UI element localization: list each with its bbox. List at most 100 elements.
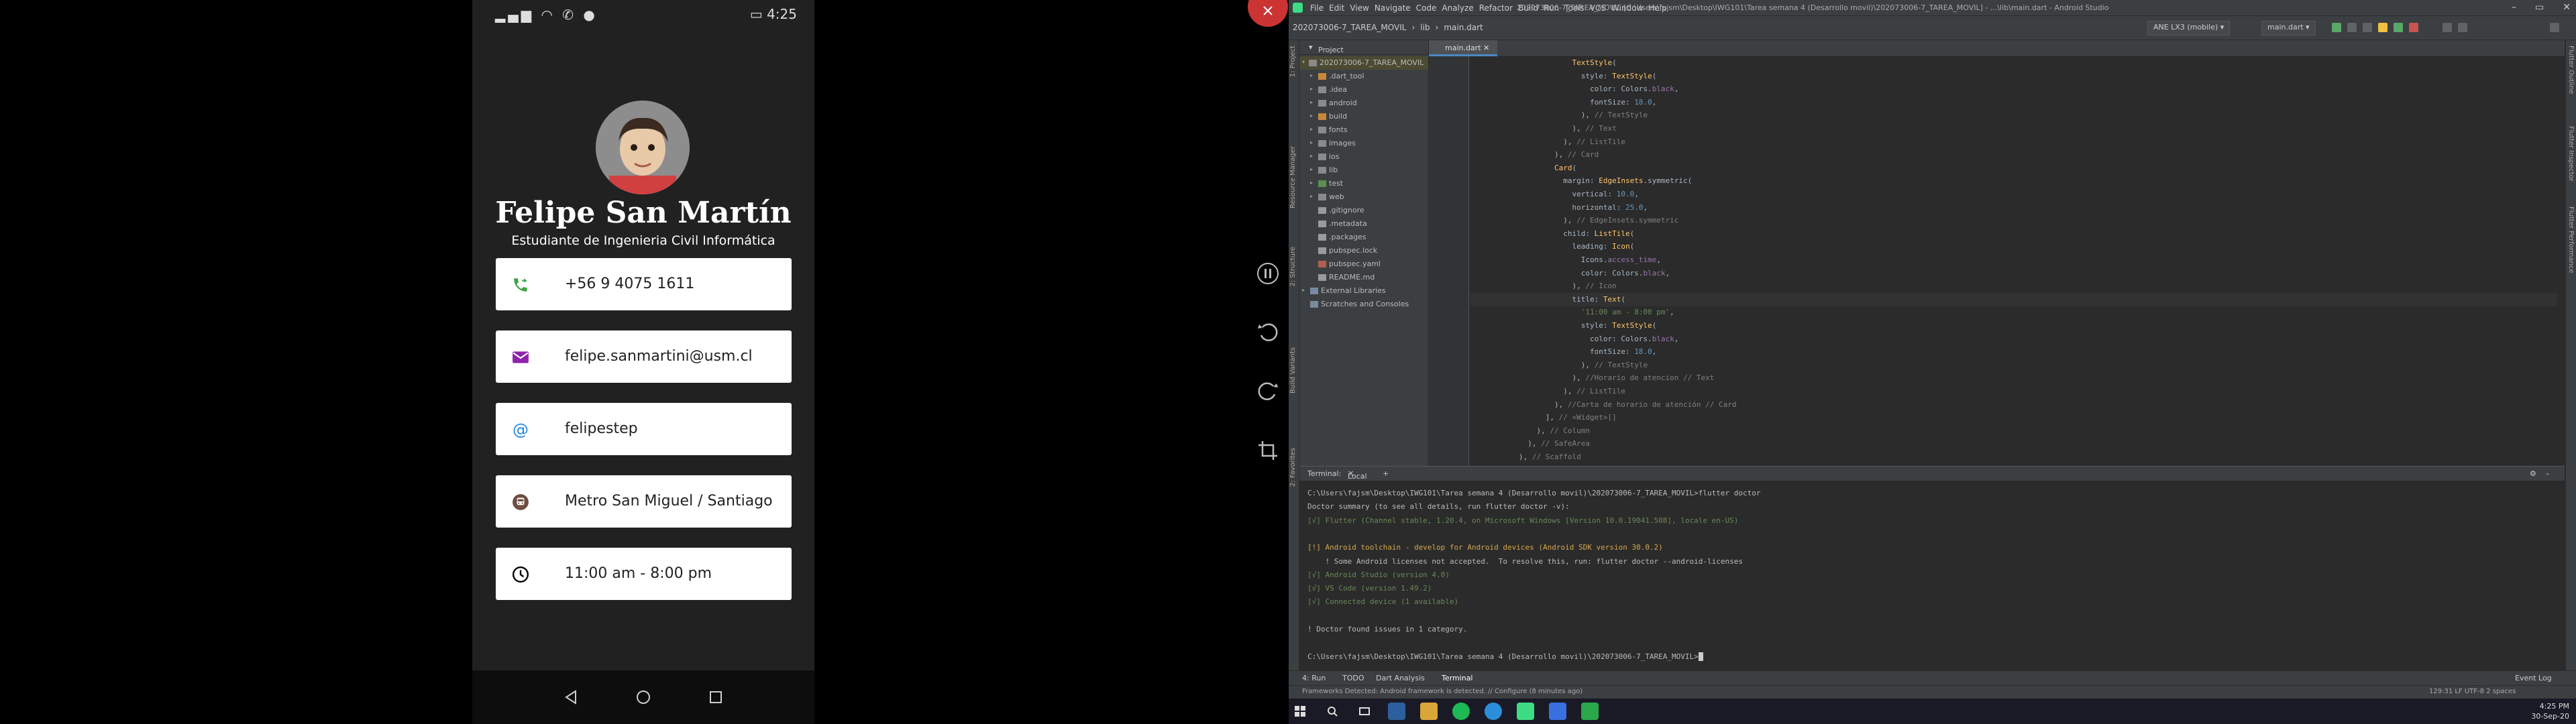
task-view-icon[interactable] [1356,703,1373,720]
menu-file[interactable]: File [1310,3,1324,13]
search-taskbar-icon[interactable] [1324,703,1341,720]
vscode-icon[interactable] [1388,703,1405,720]
crop-icon[interactable] [1253,436,1283,465]
expand-arrow-icon[interactable]: ▸ [1310,72,1313,78]
tab-main-dart[interactable]: main.dart ✕ [1429,40,1498,56]
tree-item[interactable]: ▸ fonts [1299,123,1428,137]
code-line: 118 TextStyle( [1470,56,2557,70]
right-tool-tab[interactable]: Flutter Performance [2567,206,2575,274]
right-tool-tab[interactable]: Flutter Outline [2567,46,2575,94]
back-triangle-icon[interactable] [559,685,583,709]
tree-item[interactable]: Scratches and Consoles [1299,298,1428,311]
expand-arrow-icon[interactable]: ▸ [1310,180,1313,186]
sdk-manager-icon[interactable] [2458,23,2467,32]
left-tool-tab[interactable]: 2: Favorites [1289,448,1297,487]
taskbar-clock[interactable]: 4:25 PM 30-Sep-20 [2531,701,2569,721]
avd-manager-icon[interactable] [2443,23,2452,32]
left-tool-tab[interactable]: 2: Structure [1289,247,1297,286]
home-circle-icon[interactable] [631,685,655,709]
breadcrumb-project[interactable]: 202073006-7_TAREA_MOVIL [1293,23,1406,32]
xbox-icon[interactable] [1581,703,1599,720]
expand-arrow-icon[interactable]: ▸ [1310,139,1313,145]
stop-icon[interactable] [2409,23,2418,32]
tab-run[interactable]: 4: Run [1302,674,1326,682]
menu-refactor[interactable]: Refactor [1479,3,1513,13]
run-config-selector[interactable]: main.dart ▾ [2261,21,2316,36]
code-text: ), // Text [1519,124,1617,133]
tree-item[interactable]: ▸ External Libraries [1299,284,1428,298]
debug-icon[interactable] [2347,23,2357,32]
device-selector[interactable]: ANE LX3 (mobile) ▾ [2147,21,2231,36]
add-terminal-icon[interactable]: + [1383,469,1389,478]
expand-arrow-icon[interactable]: ▸ [1310,153,1313,159]
hot-reload-icon[interactable] [2378,23,2387,32]
tree-item[interactable]: ▸ build [1299,110,1428,123]
minimize-icon[interactable]: – [2512,2,2516,13]
tree-item[interactable]: ▸ .dart_tool [1299,70,1428,83]
tree-item[interactable]: ▸ web [1299,190,1428,204]
menu-analyze[interactable]: Analyze [1442,3,1473,13]
hide-panel-icon[interactable]: – [2546,469,2550,478]
expand-arrow-icon[interactable]: ▸ [1310,86,1313,92]
event-log-button[interactable]: Event Log [2515,674,2552,682]
expand-arrow-icon[interactable]: ▸ [1302,287,1305,293]
zoom-icon[interactable] [1549,703,1566,720]
expand-arrow-icon[interactable]: ▸ [1310,99,1313,105]
expand-arrow-icon[interactable]: ▸ [1310,166,1313,172]
menu-code[interactable]: Code [1416,3,1437,13]
expand-arrow-icon[interactable]: ▸ [1310,126,1313,132]
status-message[interactable]: Frameworks Detected: Android framework i… [1302,688,1582,695]
pause-icon[interactable] [1253,259,1283,288]
expand-arrow-icon[interactable]: ▸ [1310,113,1313,119]
card-location[interactable]: Metro San Miguel / Santiago [496,475,792,528]
maximize-icon[interactable]: ▭ [2535,2,2544,13]
breadcrumb-file[interactable]: main.dart [1444,23,1483,32]
tab-dart-analysis[interactable]: Dart Analysis [1376,674,1425,682]
edge-icon[interactable] [1485,703,1502,720]
tab-todo[interactable]: TODO [1342,674,1364,682]
spotify-icon[interactable] [1452,703,1470,720]
menu-view[interactable]: View [1350,3,1368,13]
tree-item[interactable]: .packages [1299,231,1428,244]
tree-item[interactable]: ▸ test [1299,177,1428,190]
card-username[interactable]: @ felipestep [496,403,792,455]
left-tool-tab[interactable]: Resource Manager [1289,146,1297,208]
hot-restart-icon[interactable] [2394,23,2403,32]
tree-item[interactable]: pubspec.lock [1299,244,1428,257]
tree-item[interactable]: pubspec.yaml [1299,257,1428,271]
tree-item[interactable]: ▸ lib [1299,164,1428,177]
profile-icon[interactable] [2363,23,2372,32]
tree-item[interactable]: ▸ ios [1299,150,1428,164]
left-tool-tab[interactable]: Build Variants [1289,347,1297,394]
tree-item[interactable]: ▸ .idea [1299,83,1428,97]
right-tool-tab[interactable]: Flutter Inspector [2567,126,2575,182]
code-area[interactable]: 118 TextStyle(119 style: TextStyle(120 c… [1470,56,2557,466]
card-email[interactable]: felipe.sanmartini@usm.cl [496,330,792,383]
card-schedule[interactable]: 11:00 am - 8:00 pm [496,548,792,600]
tree-item[interactable]: ▸ images [1299,137,1428,150]
android-studio-taskbar-icon[interactable] [1517,703,1534,720]
rotate-left-icon[interactable] [1253,318,1283,347]
tree-root[interactable]: ▾ 202073006-7_TAREA_MOVIL [1299,56,1428,70]
tree-item[interactable]: .metadata [1299,217,1428,231]
settings-gear-icon[interactable]: ⚙ [2530,469,2536,478]
tree-item[interactable]: .gitignore [1299,204,1428,217]
menu-edit[interactable]: Edit [1329,3,1344,13]
recents-square-icon[interactable] [704,685,728,709]
tab-terminal[interactable]: Terminal [1442,674,1473,682]
tree-item[interactable]: README.md [1299,271,1428,284]
tree-item[interactable]: ▸ android [1299,97,1428,110]
left-tool-tab[interactable]: 1: Project [1289,46,1297,77]
rotate-right-icon[interactable] [1253,377,1283,406]
breadcrumb-lib[interactable]: lib [1420,23,1430,32]
search-icon[interactable] [2550,23,2559,32]
close-window-icon[interactable]: ✕ [2563,2,2571,13]
status-position[interactable]: 129:31 LF UTF-8 2 spaces [2429,688,2516,695]
card-phone[interactable]: +56 9 4075 1611 [496,258,792,310]
file-explorer-icon[interactable] [1420,703,1438,720]
tab-local[interactable]: Local ✕ [1348,469,1367,481]
run-icon[interactable] [2332,23,2341,32]
menu-navigate[interactable]: Navigate [1375,3,1411,13]
expand-arrow-icon[interactable]: ▸ [1310,193,1313,199]
windows-start-icon[interactable] [1291,703,1309,720]
